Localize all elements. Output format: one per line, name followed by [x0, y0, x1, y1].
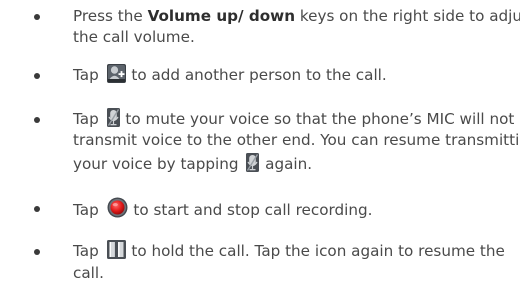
text-line: Tap to start and stop call recording.: [73, 197, 372, 220]
mute-mic-icon: [246, 153, 260, 172]
bullet: [34, 249, 40, 255]
text-line: Tap to add another person to the call.: [73, 64, 387, 84]
mute-mic-icon: [106, 108, 120, 127]
text-line: Press the Volume up/ down keys on the ri…: [73, 7, 520, 25]
text-line: your voice by tapping again.: [73, 153, 313, 173]
bullet: [34, 206, 40, 212]
add-person-icon: [106, 64, 126, 83]
text-line: transmit voice to the other end. You can…: [73, 131, 520, 149]
text-line: Tap to hold the call. Tap the icon again…: [73, 240, 505, 260]
text-line: call.: [73, 264, 104, 282]
hold-icon: [106, 240, 126, 259]
text-line: Tap to mute your voice so that the phone…: [73, 108, 515, 128]
bullet: [34, 73, 40, 79]
volume-keys-label: Volume up/ down: [147, 7, 296, 25]
bullet: [34, 14, 40, 20]
bullet: [34, 117, 40, 123]
record-icon: [107, 197, 128, 218]
text-line: the call volume.: [73, 28, 195, 46]
